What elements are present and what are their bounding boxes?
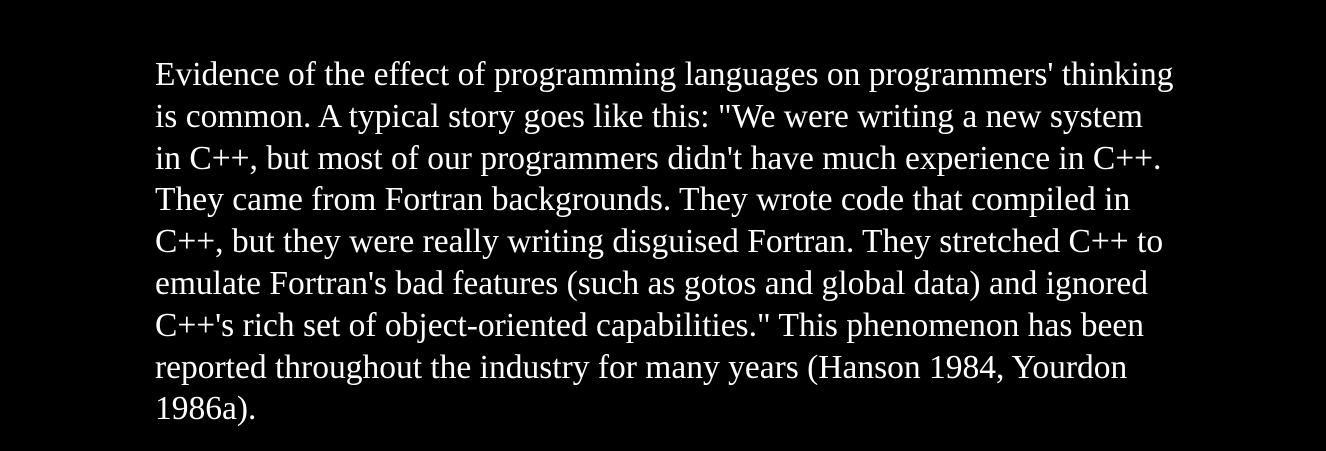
passage-line: 1986a).: [155, 390, 257, 428]
text-passage: Evidence of the effect of programming la…: [155, 54, 1295, 430]
passage-line: C++'s rich set of object-oriented capabi…: [155, 306, 1145, 344]
passage-line: in C++, but most of our programmers didn…: [155, 139, 1162, 177]
passage-line: They came from Fortran backgrounds. They…: [155, 181, 1131, 219]
passage-line: Evidence of the effect of programming la…: [155, 56, 1174, 93]
passage-line: is common. A typical story goes like thi…: [155, 97, 1143, 135]
passage-line: emulate Fortran's bad features (such as …: [155, 264, 1149, 302]
passage-line: C++, but they were really writing disgui…: [155, 223, 1164, 261]
passage-line: reported throughout the industry for man…: [155, 348, 1128, 386]
